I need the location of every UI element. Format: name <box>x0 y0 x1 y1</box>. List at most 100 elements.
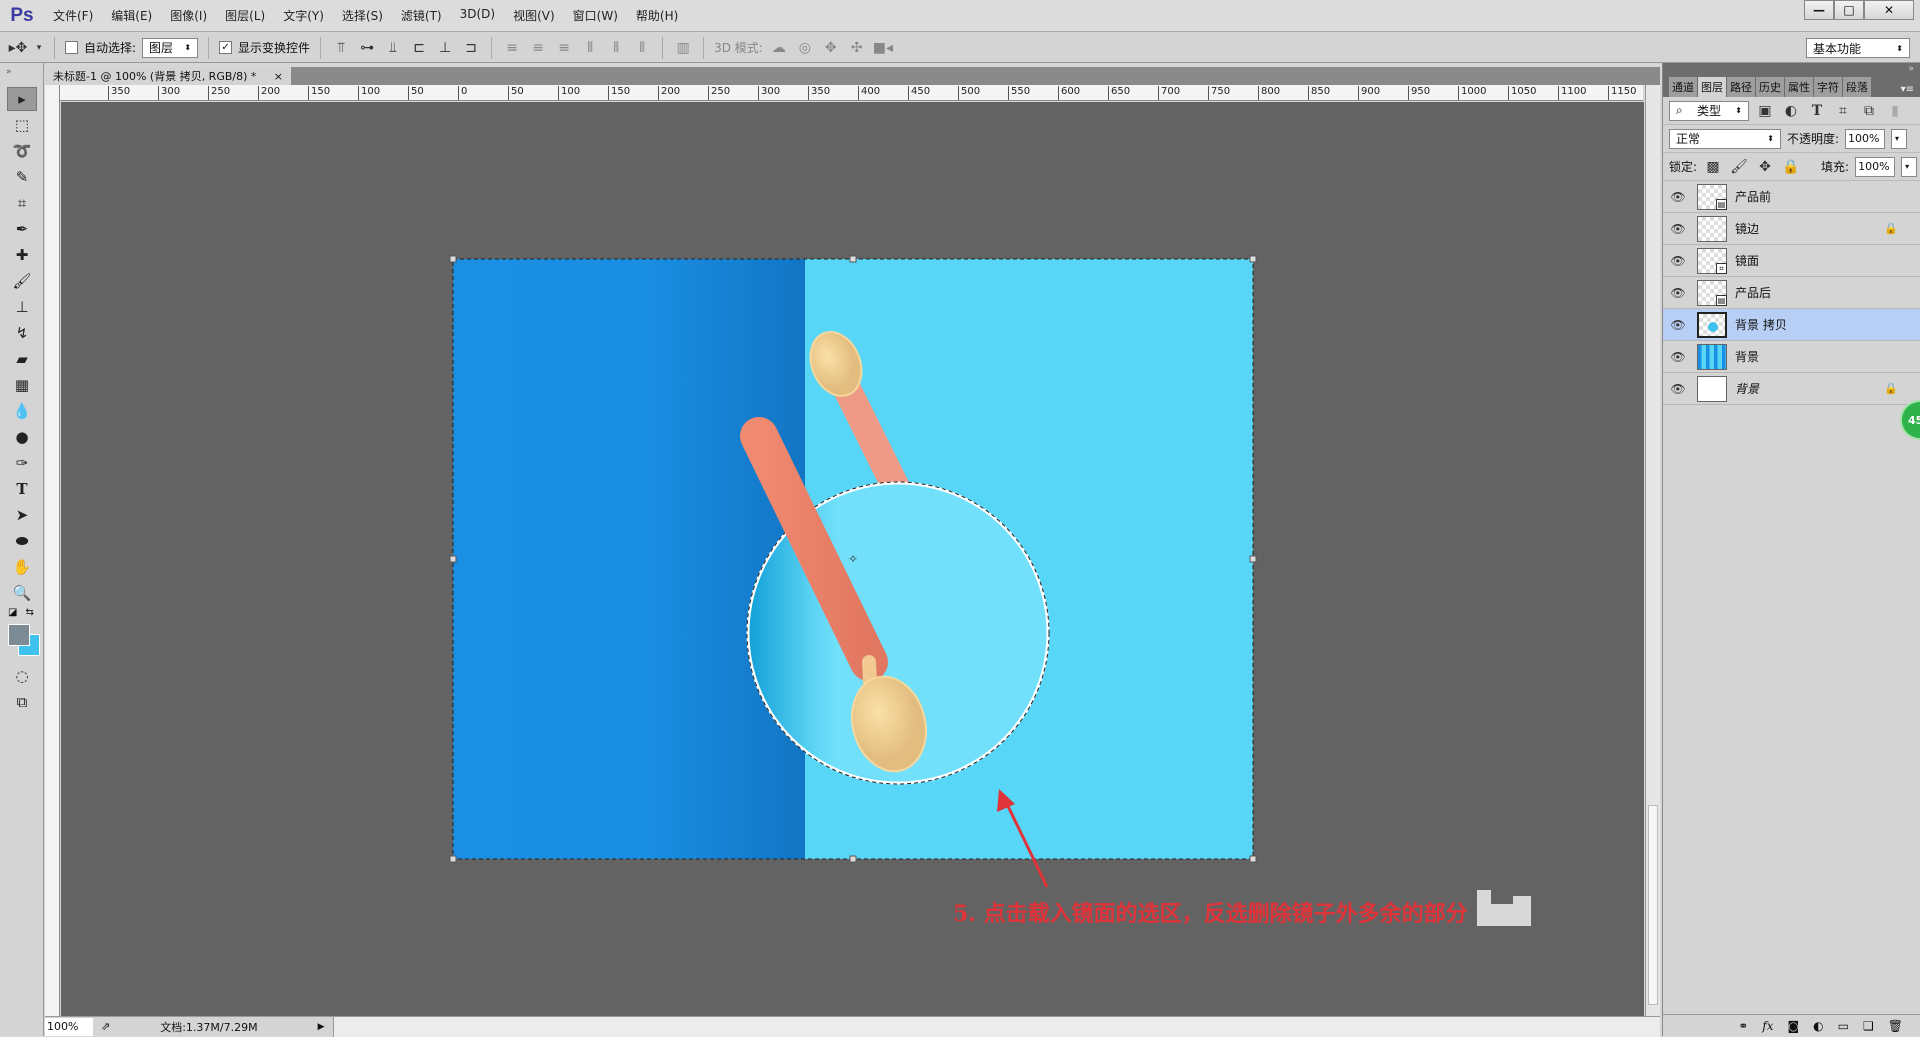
distribute-bottom-icon[interactable]: ≡ <box>554 40 574 56</box>
lasso-tool[interactable]: ➰ <box>7 139 37 163</box>
menu-item-9[interactable]: 窗口(W) <box>564 7 627 24</box>
visibility-eye-icon[interactable]: 👁 <box>1663 382 1693 396</box>
align-left-icon[interactable]: ⊏ <box>409 40 429 56</box>
menu-item-7[interactable]: 3D(D) <box>451 7 504 24</box>
link-layers-icon[interactable]: ⚭ <box>1738 1019 1748 1033</box>
quick-select-tool[interactable]: ✎ <box>7 165 37 189</box>
visibility-eye-icon[interactable]: 👁 <box>1663 254 1693 268</box>
layer-name[interactable]: 背景 <box>1735 380 1759 397</box>
show-transform-checkbox[interactable]: ✓ <box>219 41 233 54</box>
distribute-right-icon[interactable]: ⦀ <box>632 40 652 56</box>
menu-item-2[interactable]: 图像(I) <box>161 7 216 24</box>
document-tab[interactable]: 未标题-1 @ 100% (背景 拷贝, RGB/8) * × <box>45 67 291 85</box>
eyedropper-tool[interactable]: ✒ <box>7 217 37 241</box>
panel-tab-1[interactable]: 图层 <box>1698 77 1726 97</box>
menu-item-8[interactable]: 视图(V) <box>504 7 564 24</box>
panel-tab-3[interactable]: 历史 <box>1756 77 1784 97</box>
collapse-panel-icon[interactable]: » <box>1908 64 1914 74</box>
vertical-scrollbar[interactable] <box>1645 85 1660 1017</box>
distribute-top-icon[interactable]: ≡ <box>502 40 522 56</box>
chevron-down-icon[interactable]: ▾ <box>34 43 44 53</box>
distribute-hcenter-icon[interactable]: ⦀ <box>606 40 626 56</box>
filter-kind-dropdown[interactable]: ⌕ 类型 ⬍ <box>1669 100 1749 121</box>
blend-mode-dropdown[interactable]: 正常 ⬍ <box>1669 128 1781 149</box>
menu-item-6[interactable]: 滤镜(T) <box>392 7 451 24</box>
menu-item-5[interactable]: 选择(S) <box>333 7 392 24</box>
minimize-button[interactable]: — <box>1804 0 1834 20</box>
panel-tab-6[interactable]: 段落 <box>1843 77 1871 97</box>
clone-stamp-tool[interactable]: ⊥ <box>7 295 37 319</box>
filter-smart-object-icon[interactable]: ⧉ <box>1859 103 1879 119</box>
layer-name[interactable]: 镜面 <box>1735 252 1759 269</box>
zoom-level-field[interactable]: 100% <box>45 1017 93 1036</box>
opacity-field[interactable]: 100% <box>1845 128 1886 149</box>
layer-name[interactable]: 背景 <box>1735 348 1759 365</box>
menu-item-3[interactable]: 图层(L) <box>216 7 274 24</box>
visibility-eye-icon[interactable]: 👁 <box>1663 318 1693 332</box>
menu-item-0[interactable]: 文件(F) <box>44 7 102 24</box>
filter-toggle-icon[interactable]: ▮ <box>1885 103 1905 119</box>
filter-adjustment-icon[interactable]: ◐ <box>1781 103 1801 119</box>
filter-pixel-icon[interactable]: ▣ <box>1755 103 1775 119</box>
swap-colors-icon[interactable]: ⇆ <box>25 607 33 618</box>
filter-type-icon[interactable]: T <box>1807 103 1827 119</box>
horizontal-scrollbar[interactable] <box>332 1016 1660 1037</box>
menu-item-10[interactable]: 帮助(H) <box>627 7 687 24</box>
layer-name[interactable]: 产品后 <box>1735 284 1771 301</box>
canvas-area[interactable]: ✧ 5. 点击载入镜面的选区，反选删除镜子外多余的部分 <box>61 102 1644 1016</box>
3d-scale-icon[interactable]: ■◂ <box>873 40 893 56</box>
visibility-eye-icon[interactable]: 👁 <box>1663 190 1693 204</box>
lock-pixels-icon[interactable]: 🖌 <box>1729 159 1749 175</box>
default-colors-icon[interactable]: ◪ <box>8 607 17 618</box>
new-group-icon[interactable]: ▭ <box>1838 1019 1849 1033</box>
hand-tool[interactable]: ✋ <box>7 555 37 579</box>
delete-layer-icon[interactable]: 🗑 <box>1888 1019 1903 1033</box>
gradient-tool[interactable]: ▦ <box>7 373 37 397</box>
panel-menu-icon[interactable]: ▾≡ <box>1901 84 1914 95</box>
zoom-tool[interactable]: 🔍 <box>7 581 37 605</box>
lock-position-icon[interactable]: ✥ <box>1755 159 1775 175</box>
layer-row[interactable]: 👁 ▤ 产品后 <box>1663 277 1920 309</box>
scrollbar-thumb[interactable] <box>1648 805 1658 1005</box>
menu-item-1[interactable]: 编辑(E) <box>102 7 161 24</box>
align-hcenter-icon[interactable]: ⊥ <box>435 40 455 56</box>
visibility-eye-icon[interactable]: 👁 <box>1663 286 1693 300</box>
document-canvas[interactable]: ✧ 5. 点击载入镜面的选区，反选删除镜子外多余的部分 <box>61 102 1644 1016</box>
fill-slider-toggle[interactable]: ▾ <box>1901 156 1918 177</box>
move-tool[interactable]: ▸ <box>7 87 37 111</box>
brush-tool[interactable]: 🖌 <box>7 269 37 293</box>
blur-tool[interactable]: 💧 <box>7 399 37 423</box>
history-brush-tool[interactable]: ↯ <box>7 321 37 345</box>
auto-select-checkbox[interactable] <box>65 41 78 54</box>
quick-mask-icon[interactable]: ◌ <box>7 664 37 688</box>
status-menu-arrow-icon[interactable]: ▶ <box>318 1022 325 1032</box>
3d-pan-icon[interactable]: ✥ <box>821 40 841 56</box>
pen-tool[interactable]: ✑ <box>7 451 37 475</box>
distribute-vcenter-icon[interactable]: ≡ <box>528 40 548 56</box>
export-icon[interactable]: ⇗ <box>101 1020 110 1033</box>
path-select-tool[interactable]: ➤ <box>7 503 37 527</box>
align-vcenter-icon[interactable]: ⊶ <box>357 40 377 56</box>
3d-rotate-icon[interactable]: ☁ <box>769 40 789 56</box>
close-button[interactable]: ✕ <box>1864 0 1914 20</box>
add-mask-icon[interactable]: ◙ <box>1788 1019 1800 1033</box>
panel-tab-4[interactable]: 属性 <box>1785 77 1813 97</box>
auto-align-icon[interactable]: ▥ <box>673 40 693 56</box>
panel-tab-2[interactable]: 路径 <box>1727 77 1755 97</box>
visibility-eye-icon[interactable]: 👁 <box>1663 350 1693 364</box>
crop-tool[interactable]: ⌗ <box>7 191 37 215</box>
layer-style-icon[interactable]: fx <box>1762 1019 1773 1033</box>
screen-mode-icon[interactable]: ⧉ <box>7 690 37 714</box>
3d-roll-icon[interactable]: ◎ <box>795 40 815 56</box>
close-tab-icon[interactable]: × <box>274 70 283 83</box>
layer-row[interactable]: 👁 ⌗ 镜面 <box>1663 245 1920 277</box>
panel-tab-0[interactable]: 通道 <box>1669 77 1697 97</box>
dodge-tool[interactable]: ● <box>7 425 37 449</box>
move-tool-preset-icon[interactable]: ▸✥ <box>8 40 28 56</box>
adjustment-layer-icon[interactable]: ◐ <box>1813 1019 1823 1033</box>
healing-brush-tool[interactable]: ✚ <box>7 243 37 267</box>
layer-name[interactable]: 产品前 <box>1735 188 1771 205</box>
align-right-icon[interactable]: ⊐ <box>461 40 481 56</box>
new-layer-icon[interactable]: ❏ <box>1863 1019 1874 1033</box>
opacity-slider-toggle[interactable]: ▾ <box>1891 128 1908 149</box>
